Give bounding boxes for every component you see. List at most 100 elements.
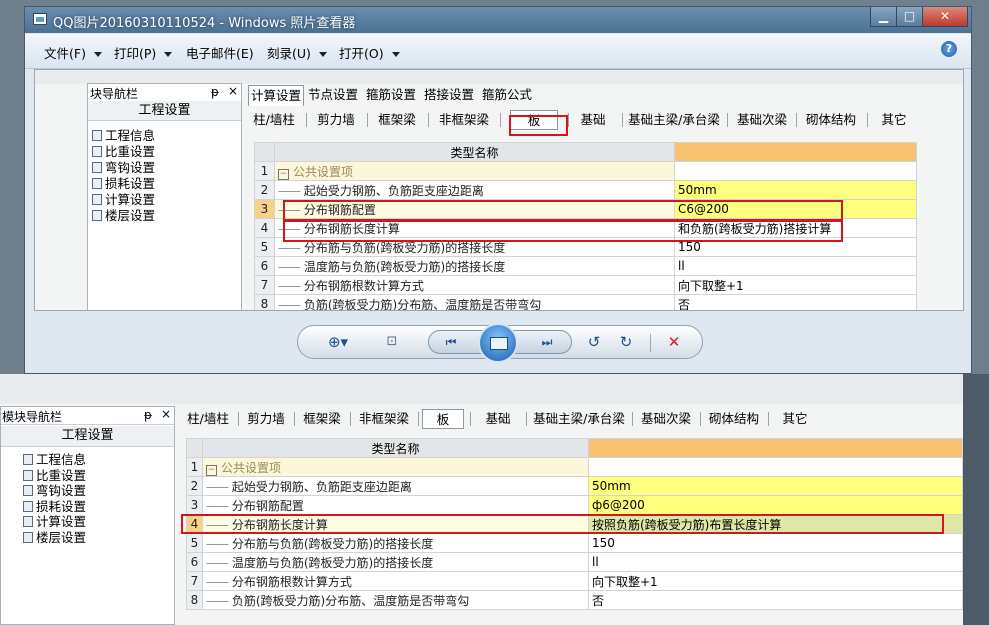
tab-frame-beam[interactable]: 框架梁 — [298, 409, 346, 429]
tab-masonry[interactable]: 砌体结构 — [704, 409, 764, 429]
table-row[interactable]: 8 —— 负筋(跨板受力筋)分布筋、温度筋是否带弯勾 否 — [186, 590, 963, 610]
table-row[interactable]: 6 —— 温度筋与负筋(跨板受力筋)的搭接长度 ll — [186, 552, 963, 572]
tab-column[interactable]: 柱/墙柱 — [248, 110, 300, 130]
table-row[interactable]: 7 —— 分布钢筋根数计算方式 向下取整+1 — [186, 571, 963, 591]
tab-nonframe-beam[interactable]: 非框架梁 — [354, 409, 414, 429]
row-number: 2 — [254, 180, 275, 200]
tree-item-floor[interactable]: 楼层设置 — [23, 527, 86, 546]
pin-icon[interactable]: ᵽ — [211, 85, 219, 99]
row-name: 分布钢筋根数计算方式 — [303, 278, 424, 293]
tab-slab[interactable]: 板 — [422, 409, 464, 429]
tab-shear-wall[interactable]: 剪力墙 — [242, 409, 290, 429]
row-value[interactable]: 否 — [674, 294, 917, 310]
row-value[interactable] — [674, 161, 917, 181]
tab-separator — [470, 412, 471, 426]
module-nav-panel: 模块导航栏 ᵽ × 工程设置 工程信息 比重设置 弯钩设置 损耗设置 计算设置 … — [0, 406, 175, 625]
tab-foundation[interactable]: 基础 — [476, 409, 520, 429]
table-row[interactable]: 2 —— 起始受力钢筋、负筋距支座边距离 50mm — [254, 180, 917, 200]
next-icon[interactable]: ⏭ — [536, 332, 558, 352]
tab-nonframe-beam[interactable]: 非框架梁 — [434, 110, 494, 130]
tab-stirrup-formula[interactable]: 箍筋公式 — [480, 85, 534, 105]
fit-icon[interactable]: ⊡ — [382, 332, 402, 352]
menu-file[interactable]: 文件(F) — [44, 43, 102, 62]
tab-foundation-secondary-beam[interactable]: 基础次梁 — [636, 409, 696, 429]
highlight-box — [181, 514, 944, 534]
row-value[interactable]: 50mm — [674, 180, 917, 200]
close-icon[interactable]: × — [228, 84, 238, 98]
project-settings-header[interactable]: 工程设置 — [1, 426, 174, 447]
document-icon — [23, 454, 33, 465]
table-row[interactable]: 1 − 公共设置项 — [186, 457, 963, 477]
table-row[interactable]: 2 —— 起始受力钢筋、负筋距支座边距离 50mm — [186, 476, 963, 496]
module-nav-panel: 块导航栏 ᵽ × 工程设置 工程信息 比重设置 弯钩设置 损耗设置 计算设置 楼… — [87, 83, 242, 310]
tab-foundation[interactable]: 基础 — [570, 110, 616, 130]
tab-shear-wall[interactable]: 剪力墙 — [311, 110, 361, 130]
collapse-icon[interactable]: − — [206, 464, 217, 476]
group-row: − 公共设置项 — [202, 457, 589, 477]
tab-lap-settings[interactable]: 搭接设置 — [422, 85, 476, 105]
chevron-down-icon — [93, 52, 102, 57]
tree-line: —— — [206, 536, 229, 551]
table-row[interactable]: 3 —— 分布钢筋配置 ф6@200 — [186, 495, 963, 515]
menu-burn[interactable]: 刻录(U) — [267, 43, 327, 62]
row-value[interactable]: 向下取整+1 — [588, 571, 963, 591]
delete-icon[interactable]: ✕ — [664, 332, 684, 352]
rotate-left-icon[interactable]: ↺ — [584, 332, 604, 352]
tab-foundation-secondary-beam[interactable]: 基础次梁 — [732, 110, 792, 130]
tree-line: —— — [206, 593, 229, 608]
row-value[interactable]: ф6@200 — [588, 495, 963, 515]
minimize-button[interactable]: ▁ — [870, 7, 897, 27]
table-row[interactable]: 6 —— 温度筋与负筋(跨板受力筋)的搭接长度 ll — [254, 256, 917, 276]
tab-foundation-main-beam[interactable]: 基础主梁/承台梁 — [626, 110, 722, 130]
tab-separator — [568, 113, 569, 127]
close-icon[interactable]: × — [161, 407, 171, 421]
tab-foundation-main-beam[interactable]: 基础主梁/承台梁 — [530, 409, 628, 429]
tab-frame-beam[interactable]: 框架梁 — [372, 110, 422, 130]
slideshow-icon[interactable] — [478, 323, 518, 363]
tab-other[interactable]: 其它 — [774, 409, 816, 429]
tab-masonry[interactable]: 砌体结构 — [800, 110, 862, 130]
tree-item-floor[interactable]: 楼层设置 — [92, 205, 155, 224]
highlight-box — [283, 200, 843, 221]
row-value[interactable]: ll — [674, 256, 917, 276]
close-button[interactable]: ✕ — [922, 7, 968, 27]
rotate-right-icon[interactable]: ↻ — [616, 332, 636, 352]
menu-open[interactable]: 打开(O) — [339, 43, 400, 62]
row-number: 8 — [254, 294, 275, 310]
tab-separator — [294, 412, 295, 426]
toolbar-strip — [0, 374, 989, 404]
menu-print[interactable]: 打印(P) — [114, 43, 173, 62]
component-tabs: 柱/墙柱 剪力墙 框架梁 非框架梁 板 基础 基础主梁/承台梁 基础次梁 砌体结… — [180, 409, 840, 429]
table-row[interactable]: 7 —— 分布钢筋根数计算方式 向下取整+1 — [254, 275, 917, 295]
tab-stirrup-settings[interactable]: 箍筋设置 — [364, 85, 418, 105]
table-row[interactable]: 5 —— 分布筋与负筋(跨板受力筋)的搭接长度 150 — [186, 533, 963, 553]
table-row[interactable]: 8 —— 负筋(跨板受力筋)分布筋、温度筋是否带弯勾 否 — [254, 294, 917, 310]
table-row[interactable]: 1 − 公共设置项 — [254, 161, 917, 181]
nav-panel-header: 模块导航栏 ᵽ × — [1, 407, 174, 425]
row-value[interactable]: 否 — [588, 590, 963, 610]
collapse-icon[interactable]: − — [278, 168, 289, 180]
tree-line: —— — [206, 479, 229, 494]
row-value[interactable]: 150 — [588, 533, 963, 553]
chevron-down-icon — [318, 52, 327, 57]
row-value[interactable]: ll — [588, 552, 963, 572]
tab-separator — [727, 113, 728, 127]
pin-icon[interactable]: ᵽ — [144, 408, 152, 422]
maximize-button[interactable]: □ — [896, 7, 923, 27]
row-name-cell: —— 温度筋与负筋(跨板受力筋)的搭接长度 — [202, 552, 589, 572]
tab-column[interactable]: 柱/墙柱 — [182, 409, 234, 429]
prev-icon[interactable]: ⏮ — [440, 332, 462, 352]
row-value[interactable]: 50mm — [588, 476, 963, 496]
menu-email[interactable]: 电子邮件(E) — [186, 43, 254, 62]
tab-node-settings[interactable]: 节点设置 — [306, 85, 360, 105]
help-icon[interactable]: ? — [941, 41, 957, 57]
title-bar[interactable]: QQ图片20160310110524 - Windows 照片查看器 ▁ □ ✕ — [25, 7, 971, 33]
tab-other[interactable]: 其它 — [874, 110, 914, 130]
project-settings-header[interactable]: 工程设置 — [88, 101, 241, 121]
tab-calc-settings[interactable]: 计算设置 — [248, 85, 304, 106]
calculator-icon — [23, 516, 33, 527]
row-value[interactable]: 向下取整+1 — [674, 275, 917, 295]
controls-divider — [650, 334, 651, 352]
row-value[interactable] — [588, 457, 963, 477]
zoom-icon[interactable]: ⊕▾ — [324, 332, 352, 352]
